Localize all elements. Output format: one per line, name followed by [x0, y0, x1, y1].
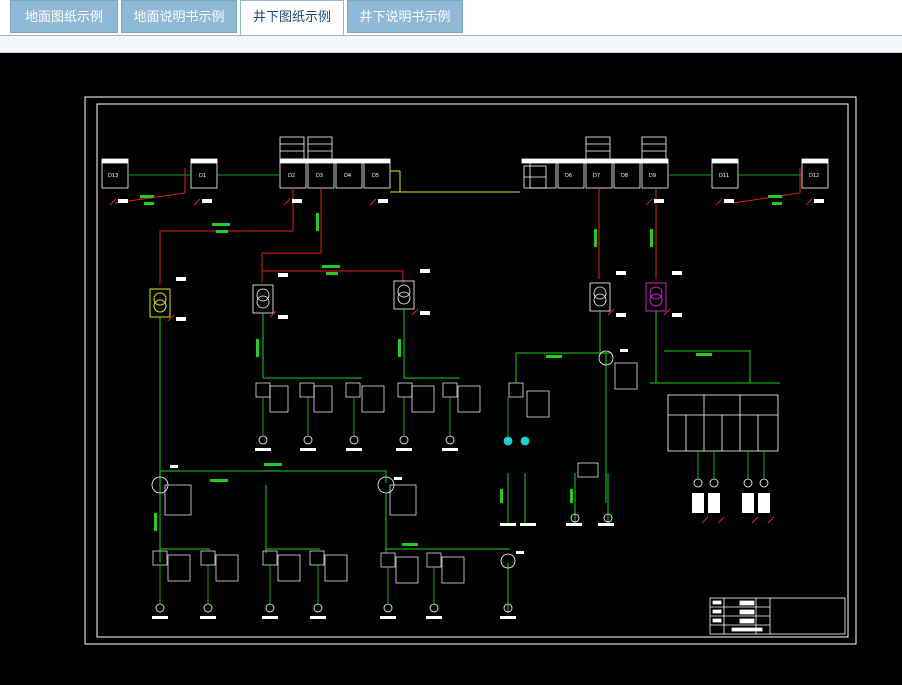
content-header-strip [0, 36, 902, 53]
network-cables-green [159, 309, 780, 613]
tab-underground-manual-example[interactable]: 井下说明书示例 [347, 0, 463, 33]
switchgear-block [667, 394, 779, 452]
cabinet-label-d3: D3 [316, 173, 323, 179]
drawing-outer-frame [84, 96, 857, 645]
motor-labels [152, 448, 770, 619]
cabinet-label-d4: D4 [344, 173, 351, 179]
cad-drawing: D13 D1 D2 D3 D4 D5 D6 D7 D8 D9 D11 D12 [84, 96, 857, 645]
tab-ground-manual-example[interactable]: 地面说明书示例 [121, 0, 237, 33]
cabinet-label-d1: D1 [199, 173, 206, 179]
drawing-viewer[interactable]: D13 D1 D2 D3 D4 D5 D6 D7 D8 D9 D11 D12 [0, 53, 902, 685]
transformer-1 [149, 288, 171, 318]
transformer-5 [645, 282, 667, 312]
cabinet-label-d11: D11 [719, 173, 729, 179]
title-block [709, 597, 846, 635]
cabinet-label-d6: D6 [565, 173, 572, 179]
feeder-cables-red [114, 168, 801, 285]
transformer-2 [252, 284, 274, 314]
cabinet-label-d8: D8 [621, 173, 628, 179]
cabinet-row-top [101, 136, 829, 189]
cabinet-label-d2: D2 [288, 173, 295, 179]
red-markers [109, 198, 813, 524]
tab-ground-drawing-example[interactable]: 地面图纸示例 [10, 0, 118, 33]
load-boxes-row1 [255, 362, 638, 418]
tab-bar: 地面图纸示例 地面说明书示例 井下图纸示例 井下说明书示例 [0, 0, 902, 36]
cabinet-label-d12: D12 [809, 173, 819, 179]
tab-underground-drawing-example[interactable]: 井下图纸示例 [240, 0, 344, 36]
motor-symbols-cyan [503, 436, 530, 446]
cabinet-label-d7: D7 [593, 173, 600, 179]
transformer-4 [589, 282, 611, 312]
motor-symbols [155, 435, 769, 613]
switch-circles [151, 350, 614, 569]
cabinet-label-d13: D13 [108, 173, 118, 179]
transformer-3 [393, 280, 415, 310]
cable-labels-green [140, 195, 782, 546]
cabinet-label-d5: D5 [372, 173, 379, 179]
cabinet-label-d9: D9 [649, 173, 656, 179]
cabinet-labels: D13 D1 D2 D3 D4 D5 D6 D7 D8 D9 D11 D12 [108, 173, 819, 179]
drawing-inner-frame [96, 103, 849, 638]
